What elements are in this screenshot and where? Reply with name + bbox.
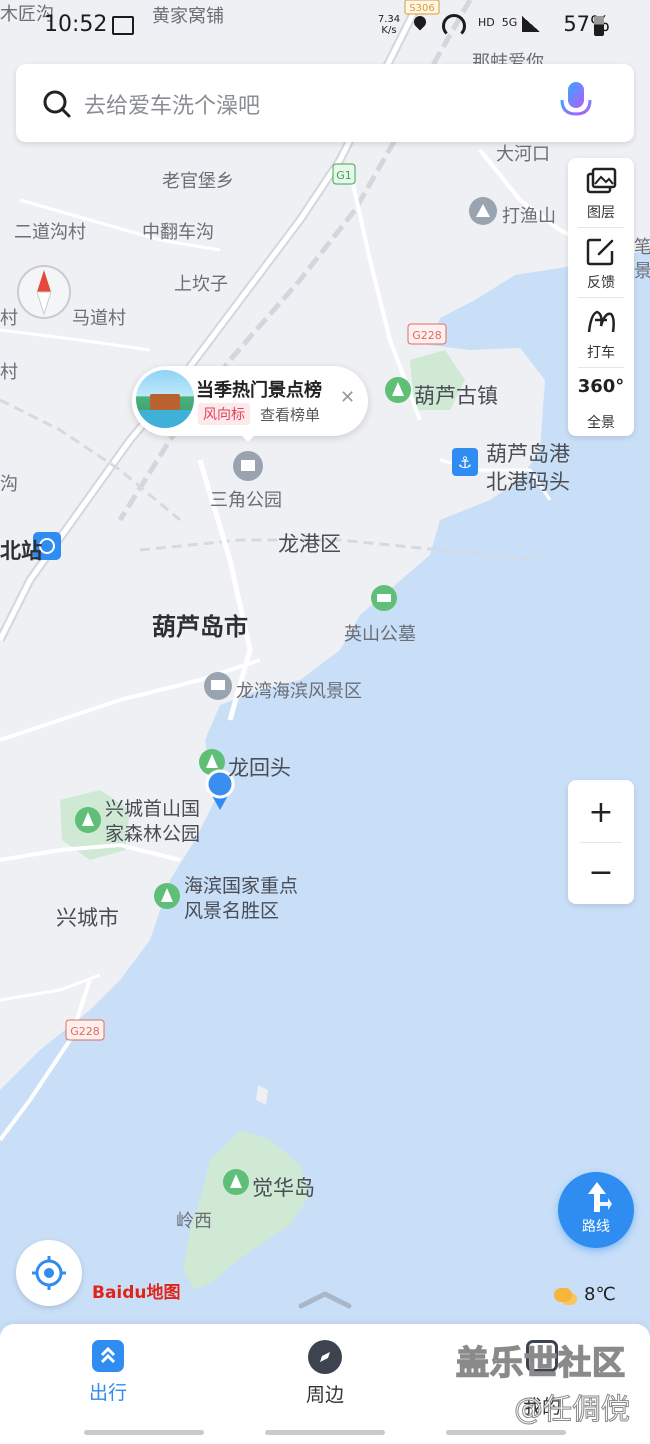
landmark-icon-sanjiao (233, 451, 263, 481)
travel-icon (92, 1340, 124, 1372)
hotspot-icon (442, 14, 466, 38)
map-label: 大河口 (496, 144, 550, 165)
route-arrow-icon (588, 1182, 612, 1212)
signal-icon (522, 16, 540, 32)
popup-action[interactable]: 查看榜单 (260, 404, 320, 425)
map-label: 葫芦岛港 北港码头 (486, 442, 570, 494)
search-input[interactable]: 去给爱车洗个澡吧 (84, 88, 260, 120)
svg-text:G228: G228 (412, 329, 442, 342)
road-shield-g228-top: G228 (407, 323, 447, 345)
map-label: 英山公墓 (344, 624, 416, 645)
map-label: 笔 景 (634, 237, 650, 282)
map-label: 老官堡乡 (162, 171, 234, 192)
net-speed: 7.34 K/s (377, 14, 401, 36)
map-label: 岭西 (176, 1211, 212, 1232)
baidu-map-logo: Baidu地图 (92, 1283, 181, 1303)
map-label: 上坎子 (174, 274, 228, 295)
location-icon (411, 13, 429, 31)
battery-icon (594, 16, 604, 36)
road-shield-g228-bottom: G228 (65, 1019, 105, 1041)
route-button[interactable]: 路线 (558, 1172, 634, 1248)
locate-button[interactable] (16, 1240, 82, 1306)
temperature: 8℃ (584, 1284, 616, 1305)
edit-icon (586, 238, 614, 266)
map-label: 兴城首山国 家森林公园 (105, 798, 201, 845)
map-label: 打渔山 (502, 206, 556, 227)
svg-text:G228: G228 (70, 1025, 100, 1038)
taxi-icon (587, 310, 615, 333)
map-label: 中翻车沟 (142, 222, 214, 243)
port-icon: ⚓ (452, 448, 478, 476)
partly-cloudy-icon (554, 1288, 572, 1302)
weather-widget[interactable]: 8℃ (554, 1284, 624, 1308)
map-label: 葫芦古镇 (414, 384, 498, 408)
status-time: 10:52 (44, 12, 108, 37)
map-label: 北站 (0, 539, 42, 563)
status-bar: 10:52 7.34 K/s HD 5G 57% (0, 0, 650, 52)
taxi-button[interactable]: 打车 (568, 298, 634, 366)
landmark-icon-longwan (204, 672, 232, 700)
map-label: 马道村 (72, 308, 126, 329)
search-bar[interactable]: 去给爱车洗个澡吧 (16, 64, 634, 142)
map-label: 村 (0, 308, 18, 329)
close-icon[interactable]: ✕ (340, 388, 355, 408)
layers-label: 图层 (587, 205, 615, 221)
landmark-icon-dayu (469, 197, 497, 225)
map-tools-panel: 图层 反馈 打车 360° 全景 (568, 158, 634, 436)
hot-spots-popup[interactable]: 当季热门景点榜 风向标 查看榜单 ✕ (132, 366, 368, 442)
map-label: 龙湾海滨风景区 (236, 681, 362, 702)
map-label: 村 (0, 362, 18, 383)
system-nav-bar (84, 1430, 204, 1435)
taxi-label: 打车 (587, 345, 615, 361)
scenery-thumbnail (136, 370, 194, 428)
compass-icon (17, 265, 71, 319)
feedback-label: 反馈 (587, 275, 615, 291)
svg-text:G1: G1 (336, 169, 352, 182)
park-icon-forest (75, 807, 101, 833)
popup-title: 当季热门景点榜 (196, 380, 322, 401)
map-label: 沟 (0, 474, 18, 495)
zoom-out-button[interactable]: − (568, 846, 634, 900)
feedback-button[interactable]: 反馈 (568, 228, 634, 296)
map-label: 三角公园 (210, 490, 282, 511)
compass-icon (308, 1340, 342, 1374)
chevron-up-icon[interactable] (298, 1290, 352, 1310)
system-nav-bar (446, 1430, 566, 1435)
panorama-label: 全景 (587, 415, 615, 431)
layers-button[interactable]: 图层 (568, 158, 634, 226)
nav-item-nearby[interactable]: 周边 (285, 1338, 365, 1408)
park-icon-scenic (154, 883, 180, 909)
zoom-controls: + − (568, 780, 634, 904)
map-label: 龙回头 (228, 756, 291, 780)
system-nav-bar (265, 1430, 385, 1435)
network-labels: HD 5G (478, 16, 518, 29)
nav-label-nearby: 周边 (306, 1384, 345, 1406)
popup-tag: 风向标 (198, 403, 250, 425)
zoom-in-button[interactable]: + (568, 786, 634, 840)
nav-label-travel: 出行 (89, 1382, 128, 1404)
route-label: 路线 (582, 1219, 610, 1235)
watermark: 盖乐世社区 @任倜傥 (455, 1342, 631, 1426)
nav-item-travel[interactable]: 出行 (68, 1338, 148, 1408)
panorama-button[interactable]: 360° 全景 (568, 368, 634, 436)
road-shield-g1: G1 (332, 163, 356, 185)
svg-text:⚓: ⚓ (458, 453, 472, 472)
park-icon-yingshan (371, 585, 397, 611)
map-label: 葫芦岛市 (152, 613, 248, 641)
park-icon-town (385, 377, 411, 403)
park-icon-juehua (223, 1169, 249, 1195)
microphone-icon[interactable] (556, 80, 596, 126)
map-label: 海滨国家重点 风景名胜区 (184, 875, 299, 922)
search-icon[interactable] (42, 89, 72, 119)
map-label: 二道沟村 (14, 222, 86, 243)
layers-icon (586, 167, 617, 194)
locate-icon (32, 1256, 66, 1290)
gallery-icon (112, 16, 134, 35)
panorama-icon: 360° (577, 376, 625, 397)
map-label: 兴城市 (56, 906, 119, 930)
map-label: 龙港区 (278, 532, 341, 556)
map-label: 觉华岛 (252, 1176, 315, 1200)
